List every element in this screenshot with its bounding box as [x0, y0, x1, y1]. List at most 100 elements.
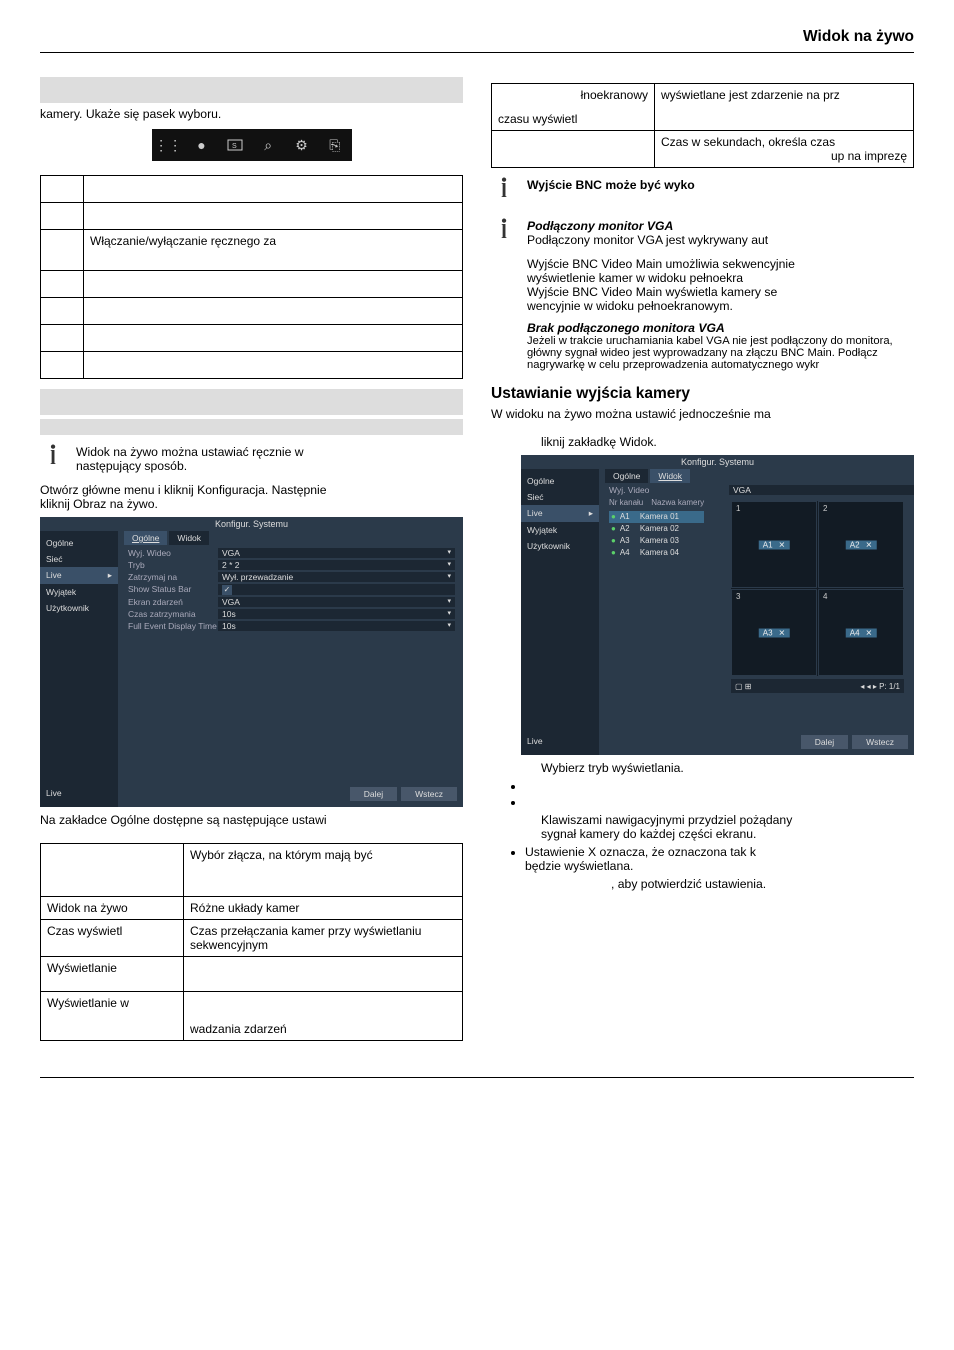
content-columns: kamery. Ukaże się pasek wyboru. ⋮⋮ ● S ⌕…	[40, 77, 914, 1051]
table-cell: Czas wyświetl	[41, 920, 184, 957]
general-settings-table: Wybór złącza, na którym mają być Widok n…	[40, 843, 463, 1041]
quad-toolstrip: ▢ ⊞ ◂ ◂ ▸ P: 1/1	[731, 679, 904, 693]
gray-heading-2	[40, 389, 463, 415]
ss-tab: Ogólne	[605, 469, 648, 483]
table-cell	[492, 131, 655, 168]
table-cell: łnoekranowy czasu wyświetl	[492, 84, 655, 131]
ss-row-value: 10s	[218, 609, 455, 619]
camera-toolbar-image: ⋮⋮ ● S ⌕ ⚙ ⎘	[152, 129, 352, 161]
ss-back-button: Wstecz	[852, 735, 908, 749]
toolbar-settings-icon: ⚙	[292, 136, 310, 154]
ss-nav-item: Użytkownik	[521, 538, 599, 554]
bullet-list-2: Ustawienie X oznacza, że oznaczona tak k…	[491, 845, 914, 873]
text-line: Jeżeli w trakcie uruchamiania kabel VGA …	[527, 335, 914, 359]
table-cell: Widok na żywo	[41, 897, 184, 920]
click-tab-text: liknij zakładkę Widok.	[491, 435, 914, 449]
text-line: sygnał kamery do każdej części ekranu.	[541, 827, 914, 841]
ss-nav: Ogólne Sieć Live▸ Wyjątek Użytkownik Liv…	[521, 469, 599, 755]
checkbox-icon: ✓	[222, 585, 232, 595]
text-line: kliknij Obraz na żywo.	[40, 497, 158, 511]
quad-cell: A2✕	[818, 501, 904, 588]
ss-row-value: VGA	[218, 597, 455, 607]
left-column: kamery. Ukaże się pasek wyboru. ⋮⋮ ● S ⌕…	[40, 77, 463, 1051]
ss-nav-item: Wyjątek	[40, 584, 118, 600]
camera-status-icon: ●	[611, 547, 616, 559]
ss-row-value: 10s	[218, 621, 455, 631]
ss-next-button: Dalej	[350, 787, 397, 801]
table-cell: Różne układy kamer	[184, 897, 463, 920]
ss-tabs: Ogólne Widok	[124, 531, 209, 545]
subheading: Podłączony monitor VGA	[527, 219, 914, 233]
system-config-general-screenshot: Konfigur. Systemu Ogólne Sieć Live▸ Wyją…	[40, 517, 463, 807]
right-column: łnoekranowy czasu wyświetl wyświetlane j…	[491, 77, 914, 1051]
camera-list-row: ●A1Kamera 01	[609, 511, 704, 523]
gray-heading-2b	[40, 419, 463, 435]
ss-nav-bottom: Live	[40, 785, 68, 801]
table-cell: wyświetlane jest zdarzenie na prz	[655, 84, 914, 131]
ss-tab: Widok	[169, 531, 209, 545]
info-text: Podłączony monitor VGA Podłączony monito…	[527, 219, 914, 371]
page-title: Widok na żywo	[40, 28, 914, 53]
ss-row-label: Czas zatrzymania	[124, 609, 218, 619]
ss-tab-active: Ogólne	[124, 531, 167, 545]
ss-row-label: Wyj. Video	[605, 485, 729, 495]
toolbar-rec-box-icon: S	[226, 136, 244, 154]
toolbar-exit-icon: ⎘	[326, 136, 344, 154]
layout-icons: ▢ ⊞	[735, 682, 751, 691]
info-icon	[491, 219, 517, 240]
ss-row-value: 2 * 2	[218, 560, 455, 570]
text-line: Klawiszami nawigacyjnymi przydziel pożąd…	[541, 813, 914, 827]
top-right-table: łnoekranowy czasu wyświetl wyświetlane j…	[491, 83, 914, 168]
ss-body: Wyj. WideoVGA Tryb2 * 2 Zatrzymaj naWył.…	[124, 547, 459, 632]
gray-heading-1	[40, 77, 463, 103]
ss-nav-item: Użytkownik	[40, 600, 118, 616]
footer-separator	[40, 1077, 914, 1078]
text-line: Czas w sekundach, określa czas	[661, 135, 907, 149]
info-text-bold: Wyjście BNC może być wyko	[527, 178, 914, 192]
camera-list-row: ●A4Kamera 04	[609, 547, 704, 559]
ss-back-button: Wstecz	[401, 787, 457, 801]
after-screenshot-text: Na zakładce Ogólne dostępne są następują…	[40, 813, 463, 827]
ss-nav: Ogólne Sieć Live▸ Wyjątek Użytkownik Liv…	[40, 531, 118, 807]
ss-nav-item: Sieć	[521, 489, 599, 505]
ss-row-label: Ekran zdarzeń	[124, 597, 218, 607]
ss-tab-active: Widok	[650, 469, 690, 483]
table-cell: wadzania zdarzeń	[184, 992, 463, 1041]
ss-row-value: Wył. przewadzanie	[218, 572, 455, 582]
table-cell: Wyświetlanie	[41, 957, 184, 992]
info-icon	[491, 178, 517, 199]
close-icon: ✕	[779, 540, 786, 549]
ss-nav-item: Ogólne	[40, 535, 118, 551]
section-subtext: W widoku na żywo można ustawić jednocześ…	[491, 407, 914, 421]
subheading: Brak podłączonego monitora VGA	[527, 321, 914, 335]
system-config-view-screenshot: Konfigur. Systemu Ogólne Sieć Live▸ Wyją…	[521, 455, 914, 755]
choose-mode-text: Wybierz tryb wyświetlania.	[491, 761, 914, 775]
pager-controls: ◂ ◂ ▸ P: 1/1	[860, 682, 900, 691]
ss-row-label: Tryb	[124, 560, 218, 570]
ss-row-label: Zatrzymaj na	[124, 572, 218, 582]
ss-foot-buttons: Dalej Wstecz	[350, 787, 457, 801]
ss-nav-item-active: Live▸	[521, 505, 599, 522]
table-cell	[41, 844, 184, 897]
ss-nav-item: Wyjątek	[521, 522, 599, 538]
info-note-vga: Podłączony monitor VGA Podłączony monito…	[491, 219, 914, 371]
table-cell	[184, 957, 463, 992]
toolbar-grab-icon: ⋮⋮	[159, 136, 177, 154]
icon-function-table: Włączanie/wyłączanie ręcznego za	[40, 175, 463, 379]
ss-foot-buttons: Dalej Wstecz	[801, 735, 908, 749]
ss-nav-bottom: Live	[521, 733, 549, 749]
table-cell: Czas przełączania kamer przy wyświetlani…	[184, 920, 463, 957]
ss-tabs: Ogólne Widok	[605, 469, 690, 483]
list-item	[525, 779, 914, 793]
section-heading: Ustawianie wyjścia kamery	[491, 385, 914, 403]
bullet-list	[491, 779, 914, 809]
svg-text:S: S	[232, 143, 237, 150]
text-line: Otwórz główne menu i kliknij Konfiguracj…	[40, 483, 327, 497]
quad-cell: A1✕	[731, 501, 817, 588]
col-header: Nr kanału	[609, 497, 643, 509]
info-line: Widok na żywo można ustawiać ręcznie w	[76, 445, 463, 459]
text-line: czasu wyświetl	[498, 112, 648, 126]
table-cell: Czas w sekundach, określa czas up na imp…	[655, 131, 914, 168]
nav-keys-text: Klawiszami nawigacyjnymi przydziel pożąd…	[491, 813, 914, 841]
info-line: następujący sposób.	[76, 459, 463, 473]
